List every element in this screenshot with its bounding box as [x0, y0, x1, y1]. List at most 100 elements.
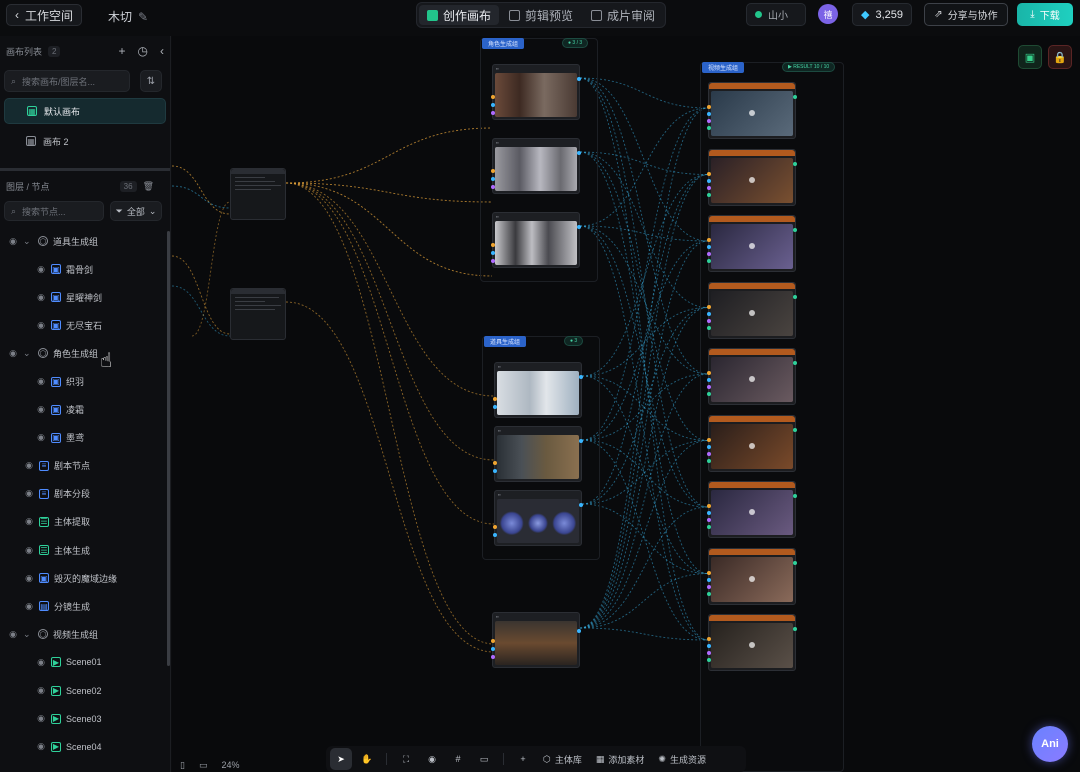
input-port[interactable] [707, 185, 711, 190]
node-search-input[interactable]: ⌕ 搜索节点... [4, 201, 104, 221]
fit-view-button[interactable]: ⛶ [395, 748, 417, 770]
input-port[interactable] [707, 570, 711, 575]
visibility-eye-icon[interactable]: ◉ [36, 376, 46, 387]
node-canvas[interactable]: 角色生成组 ● 3 / 3 道具生成组 ● 3 视频生成组 ▶ RESULT 1… [172, 36, 1080, 772]
expand-chevron-icon[interactable]: ⌄ [23, 236, 33, 247]
tree-node[interactable]: ◉ ▣ 织羽 [0, 367, 170, 395]
output-port[interactable] [793, 294, 797, 299]
add-node-button[interactable]: + [512, 748, 534, 770]
tree-node[interactable]: ◉ ▣ 毁灭的魔域边缘 [0, 564, 170, 592]
add-asset-button[interactable]: ▦ 添加素材 [591, 748, 650, 770]
input-port[interactable] [707, 584, 711, 589]
video-scene-card[interactable] [707, 82, 797, 139]
input-port[interactable] [707, 444, 711, 449]
tree-node[interactable]: ◉ ⌄ ⬡ 视频生成组 [0, 620, 170, 648]
subject-library-button[interactable]: ⬡ 主体库 [538, 748, 587, 770]
tree-node[interactable]: ◉ ☰ 主体提取 [0, 508, 170, 536]
input-port[interactable] [707, 385, 711, 389]
filter-dropdown[interactable]: ⏷ 全部 ⌄ [110, 201, 162, 221]
visibility-eye-icon[interactable]: ◉ [36, 432, 46, 443]
tree-node[interactable]: ◉ ▶ Scene03 [0, 705, 170, 733]
visibility-eye-icon[interactable]: ◉ [8, 348, 18, 359]
visibility-eye-icon[interactable]: ◉ [24, 545, 34, 556]
input-port[interactable] [707, 259, 711, 263]
input-port[interactable] [707, 437, 711, 442]
play-icon[interactable] [749, 442, 755, 449]
zoom-level[interactable]: 24% [221, 760, 239, 770]
input-port[interactable] [707, 126, 711, 130]
sort-button[interactable]: ⇅ [140, 70, 162, 92]
video-scene-card[interactable] [707, 481, 797, 538]
comment-button[interactable]: ▭ [473, 748, 495, 770]
grid-toggle-button[interactable]: # [447, 748, 469, 770]
video-scene-card[interactable] [707, 547, 797, 605]
output-port[interactable] [793, 427, 797, 432]
visibility-eye-icon[interactable]: ◉ [24, 516, 34, 527]
input-port[interactable] [707, 591, 711, 596]
generate-resource-button[interactable]: ✺ 生成资源 [653, 748, 711, 770]
character-card-lingshuang[interactable]: ▪▪ [491, 138, 581, 194]
visibility-eye-icon[interactable]: ◉ [36, 741, 46, 752]
video-scene-card[interactable] [707, 348, 797, 405]
lock-button[interactable]: 🔒 [1048, 45, 1072, 69]
visibility-eye-icon[interactable]: ◉ [8, 629, 18, 640]
share-collaborate-button[interactable]: ⇗ 分享与协作 [924, 3, 1008, 26]
input-port[interactable] [707, 178, 711, 183]
output-port[interactable] [793, 95, 797, 99]
prop-card-gem[interactable]: ▪▪ [493, 490, 583, 546]
video-scene-card[interactable] [707, 414, 797, 472]
character-card-moyuan[interactable]: ▪▪ [491, 212, 581, 268]
tree-node[interactable]: ◉ ⌄ ⬡ 道具生成组 [0, 227, 170, 255]
visibility-eye-icon[interactable]: ◉ [36, 264, 46, 275]
select-tool-button[interactable]: ➤ [330, 748, 352, 770]
output-port[interactable] [793, 161, 797, 166]
play-icon[interactable] [749, 176, 755, 183]
visibility-eye-icon[interactable]: ◉ [8, 236, 18, 247]
visibility-eye-icon[interactable]: ◉ [36, 320, 46, 331]
input-port[interactable] [707, 504, 711, 508]
input-port[interactable] [707, 318, 711, 323]
input-port[interactable] [707, 192, 711, 197]
output-port[interactable] [793, 494, 797, 498]
input-port[interactable] [707, 511, 711, 515]
input-port[interactable] [707, 171, 711, 176]
add-icon[interactable]: + [119, 44, 126, 58]
input-port[interactable] [707, 245, 711, 249]
history-icon[interactable]: ◷ [138, 44, 148, 58]
layout-icon[interactable]: ▭ [199, 760, 208, 771]
collapse-icon[interactable]: ‹ [160, 44, 164, 58]
visibility-eye-icon[interactable]: ◉ [24, 573, 34, 584]
tab-final-review[interactable]: 成片审阅 [583, 5, 663, 25]
input-port[interactable] [707, 325, 711, 330]
canvas-search-input[interactable]: ⌕ 搜索画布/图层名... [4, 70, 130, 92]
visibility-eye-icon[interactable]: ◉ [36, 685, 46, 696]
user-avatar[interactable]: 禧 [818, 4, 838, 24]
expand-chevron-icon[interactable]: ⌄ [23, 629, 33, 640]
tree-node[interactable]: ◉ ☰ 主体生成 [0, 536, 170, 564]
group-title[interactable]: 视频生成组 [702, 62, 745, 73]
play-icon[interactable] [749, 575, 755, 582]
input-port[interactable] [707, 451, 711, 456]
tree-node[interactable]: ◉ ▤ 分镜生成 [0, 592, 170, 620]
tree-node[interactable]: ◉ ▣ 凌霜 [0, 396, 170, 424]
input-port[interactable] [707, 371, 711, 375]
tree-node[interactable]: ◉ ▶ Scene01 [0, 648, 170, 676]
tree-node[interactable]: ◉ ≡ 剧本分段 [0, 480, 170, 508]
canvas-item-2[interactable]: ▦ 画布 2 [4, 128, 166, 154]
tab-create-canvas[interactable]: 创作画布 [419, 5, 500, 25]
tree-node[interactable]: ◉ ▣ 星曜神剑 [0, 283, 170, 311]
input-port[interactable] [707, 637, 711, 641]
minimap-icon[interactable]: ▯ [180, 760, 185, 771]
input-port[interactable] [707, 304, 711, 309]
visibility-eye-icon[interactable]: ◉ [24, 460, 34, 471]
script-segment-node[interactable] [230, 288, 286, 340]
tree-node[interactable]: ◉ ⌄ ⬡ 角色生成组 [0, 339, 170, 367]
tree-node[interactable]: ◉ ▶ Scene04 [0, 733, 170, 761]
video-scene-card[interactable] [707, 281, 797, 339]
visibility-eye-icon[interactable]: ◉ [24, 601, 34, 612]
tree-node[interactable]: ◉ ▶ Scene02 [0, 677, 170, 705]
edit-pencil-icon[interactable]: ✎ [138, 10, 148, 24]
input-port[interactable] [707, 518, 711, 522]
group-title[interactable]: 角色生成组 [482, 38, 525, 49]
project-name[interactable]: 木切 ✎ [108, 8, 148, 25]
